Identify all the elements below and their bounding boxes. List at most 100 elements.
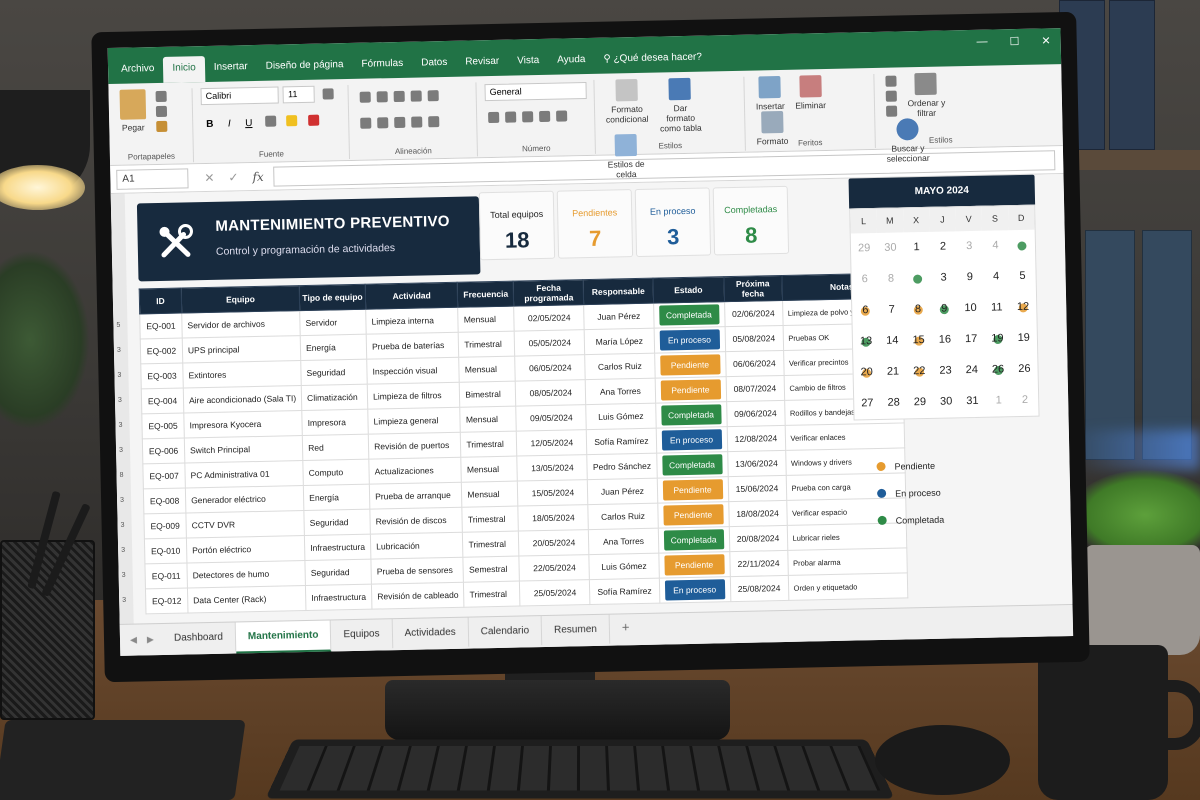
calendar-day[interactable]: 16: [931, 324, 958, 356]
fill-icon[interactable]: [885, 90, 897, 102]
calendar-day[interactable]: 29: [851, 233, 878, 265]
table-cell[interactable]: Extintores: [182, 360, 302, 389]
table-cell[interactable]: 20/05/2024: [518, 529, 590, 557]
calendar-day[interactable]: [1008, 230, 1035, 262]
tab-ayuda[interactable]: Ayuda: [548, 54, 595, 75]
orientation-icon[interactable]: [410, 90, 422, 102]
calendar-day[interactable]: 8: [905, 294, 932, 326]
column-header[interactable]: Responsable: [583, 278, 654, 305]
table-cell[interactable]: 06/05/2024: [515, 354, 586, 382]
calendar-day[interactable]: 15: [905, 325, 932, 357]
increase-decimal-icon[interactable]: [539, 111, 551, 123]
calendar-day[interactable]: 27: [854, 388, 881, 420]
table-cell[interactable]: Pendiente: [657, 501, 729, 529]
table-cell[interactable]: Completada: [656, 451, 728, 479]
calendar-day[interactable]: 31: [959, 386, 986, 418]
tab-insertar[interactable]: Insertar: [205, 61, 257, 82]
copy-icon[interactable]: [156, 105, 168, 118]
font-grow-icon[interactable]: [322, 88, 334, 100]
align-top-icon[interactable]: [359, 91, 371, 104]
close-icon[interactable]: ✕: [1041, 34, 1050, 47]
table-cell[interactable]: 08/07/2024: [725, 375, 785, 402]
table-cell[interactable]: 09/05/2024: [516, 404, 587, 432]
table-cell[interactable]: 02/06/2024: [724, 300, 783, 327]
number-format-select[interactable]: General: [484, 82, 587, 102]
table-cell[interactable]: Sofía Ramírez: [586, 428, 657, 455]
align-middle-icon[interactable]: [376, 91, 388, 103]
table-cell[interactable]: Portón eléctrico: [186, 535, 306, 563]
table-cell[interactable]: 12/08/2024: [726, 425, 786, 452]
table-cell[interactable]: 06/06/2024: [725, 350, 784, 377]
calendar-day[interactable]: 29: [906, 387, 933, 419]
calendar-day[interactable]: 8: [878, 263, 905, 295]
column-header[interactable]: ID: [139, 288, 182, 314]
calendar-day[interactable]: 19: [984, 323, 1011, 355]
align-center-icon[interactable]: [377, 117, 389, 129]
table-cell[interactable]: EQ-007: [142, 463, 186, 489]
add-sheet-button[interactable]: +: [610, 614, 642, 644]
sheet-tab[interactable]: Dashboard: [161, 622, 237, 654]
calendar-day[interactable]: 26: [1011, 354, 1038, 386]
table-cell[interactable]: Mensual: [461, 481, 519, 508]
table-cell[interactable]: Seguridad: [303, 509, 371, 536]
table-cell[interactable]: Pendiente: [654, 376, 727, 404]
table-cell[interactable]: Mensual: [461, 456, 518, 483]
align-right-icon[interactable]: [394, 117, 406, 129]
tell-me-search[interactable]: ⚲ ¿Qué desea hacer?: [594, 51, 711, 73]
sheet-tab[interactable]: Calendario: [468, 616, 543, 647]
calendar-day[interactable]: 24: [958, 355, 985, 387]
row-number[interactable]: 3: [117, 372, 121, 379]
calendar-day[interactable]: 6: [852, 295, 879, 327]
table-cell[interactable]: CCTV DVR: [185, 510, 305, 539]
bold-icon[interactable]: B: [206, 119, 213, 130]
calendar-day[interactable]: 11: [983, 292, 1010, 324]
calendar-day[interactable]: 4: [983, 261, 1010, 293]
table-cell[interactable]: Bimestral: [459, 381, 517, 408]
row-number[interactable]: 3: [117, 347, 121, 354]
table-cell[interactable]: Prueba de sensores: [371, 557, 464, 585]
table-cell[interactable]: EQ-004: [141, 388, 184, 414]
calendar-day[interactable]: 2: [1012, 385, 1039, 417]
row-number[interactable]: 5: [116, 322, 120, 329]
table-cell[interactable]: Revisión de puertos: [368, 432, 462, 460]
table-cell[interactable]: Semestral: [463, 556, 520, 583]
calendar-day[interactable]: 14: [879, 325, 906, 357]
insert-cells-button[interactable]: Insertar: [755, 75, 785, 111]
column-header[interactable]: Tipo de equipo: [299, 284, 366, 311]
row-number[interactable]: 3: [119, 447, 123, 454]
table-cell[interactable]: Servidor de archivos: [181, 310, 301, 339]
table-cell[interactable]: Seguridad: [300, 359, 368, 386]
table-cell[interactable]: EQ-011: [144, 562, 188, 589]
table-cell[interactable]: 05/08/2024: [724, 325, 784, 352]
paste-button[interactable]: Pegar: [119, 89, 147, 133]
table-cell[interactable]: Limpieza general: [367, 407, 461, 435]
table-cell[interactable]: Ana Torres: [585, 378, 656, 405]
table-cell[interactable]: Generador eléctrico: [185, 485, 304, 514]
table-cell[interactable]: Servidor: [299, 309, 367, 336]
table-cell[interactable]: Limpieza interna: [365, 307, 459, 335]
table-cell[interactable]: EQ-006: [142, 438, 185, 464]
table-cell[interactable]: Revisión de discos: [369, 507, 463, 535]
table-cell[interactable]: Prueba de arranque: [369, 482, 463, 510]
font-size-select[interactable]: 11: [282, 85, 316, 104]
tab-formulas[interactable]: Fórmulas: [352, 58, 412, 79]
tab-vista[interactable]: Vista: [508, 55, 548, 76]
table-cell[interactable]: Mensual: [458, 306, 515, 333]
table-cell[interactable]: Impresora: [301, 409, 369, 436]
table-cell[interactable]: Data Center (Rack): [187, 585, 307, 613]
table-cell[interactable]: 15/06/2024: [727, 475, 787, 502]
enter-icon[interactable]: ✓: [228, 170, 238, 184]
calendar-day[interactable]: 7: [878, 294, 905, 326]
table-cell[interactable]: 02/05/2024: [514, 304, 585, 332]
table-cell[interactable]: UPS principal: [182, 335, 301, 364]
tab-revisar[interactable]: Revisar: [456, 56, 508, 77]
row-number[interactable]: 3: [122, 572, 126, 579]
table-cell[interactable]: Impresora Kyocera: [183, 410, 303, 439]
table-cell[interactable]: EQ-009: [143, 513, 187, 539]
table-cell[interactable]: 15/05/2024: [517, 479, 589, 507]
calendar-day[interactable]: 23: [932, 355, 959, 387]
table-cell[interactable]: Trimestral: [462, 531, 520, 558]
table-cell[interactable]: 25/08/2024: [729, 575, 789, 602]
table-cell[interactable]: Carlos Ruiz: [588, 503, 658, 530]
tab-diseno[interactable]: Diseño de página: [257, 59, 353, 81]
